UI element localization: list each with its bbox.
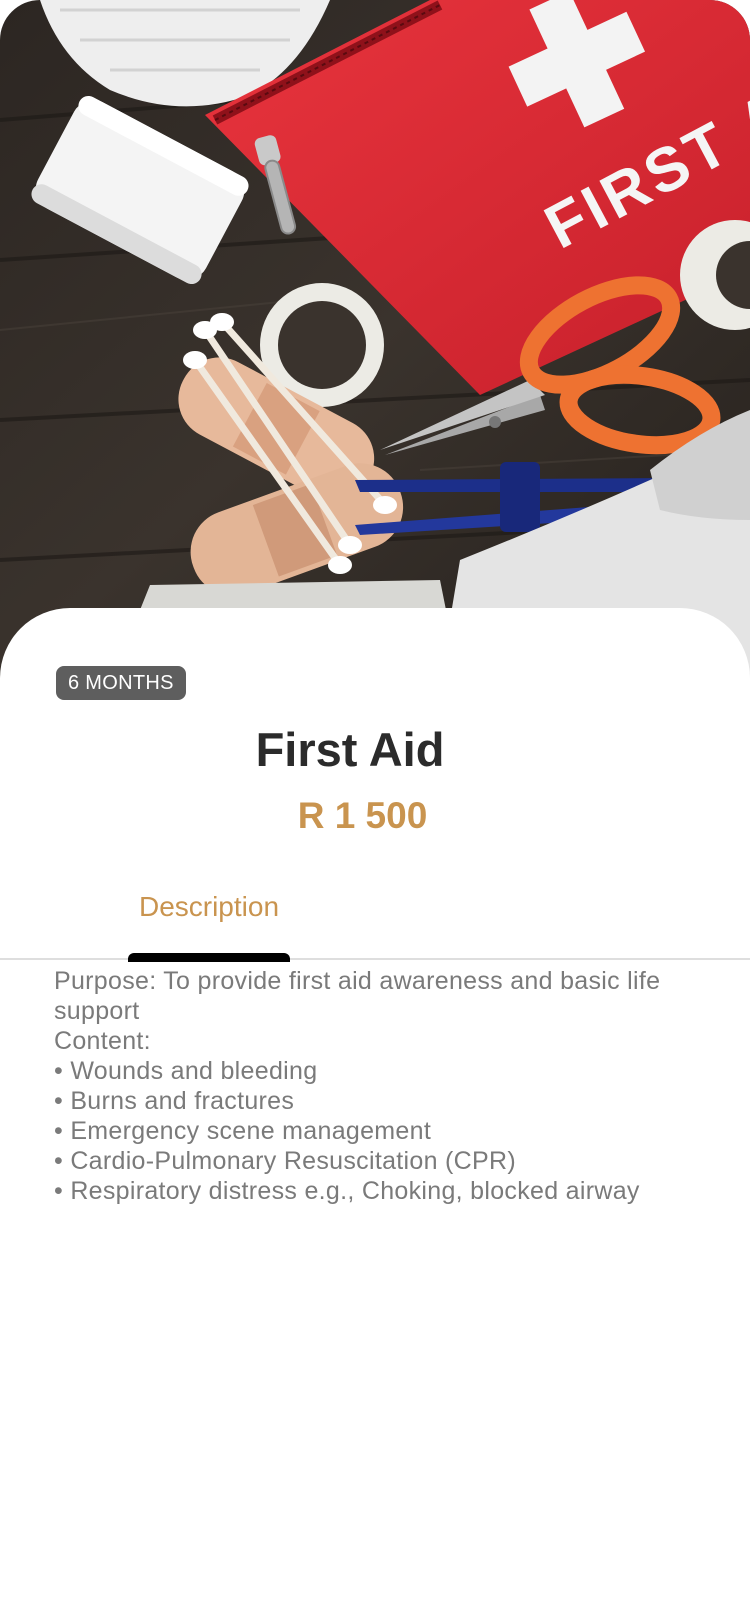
- list-item: Burns and fractures: [54, 1086, 694, 1116]
- tab-bar: Description: [0, 878, 750, 962]
- course-detail-card: 6 MONTHS First Aid R 1 500 Description P…: [0, 608, 750, 1624]
- list-item: Cardio-Pulmonary Resuscitation (CPR): [54, 1146, 694, 1176]
- purpose-text: Purpose: To provide first aid awareness …: [54, 967, 661, 1025]
- first-aid-kit-photo: FIRST AID: [0, 0, 750, 680]
- content-list: Wounds and bleeding Burns and fractures …: [54, 1056, 694, 1206]
- hero-image: FIRST AID: [0, 0, 750, 680]
- tab-description[interactable]: Description: [128, 878, 290, 962]
- tab-description-label: Description: [138, 891, 280, 922]
- course-price: R 1 500: [297, 795, 428, 836]
- course-title: First Aid: [255, 723, 445, 776]
- list-item: Wounds and bleeding: [54, 1056, 694, 1086]
- list-item: Respiratory distress e.g., Choking, bloc…: [54, 1176, 694, 1206]
- description-text: Purpose: To provide first aid awareness …: [54, 966, 694, 1206]
- content-heading: Content:: [54, 1027, 151, 1055]
- duration-badge: 6 MONTHS: [56, 666, 186, 700]
- active-tab-indicator: [128, 953, 290, 962]
- list-item: Emergency scene management: [54, 1116, 694, 1146]
